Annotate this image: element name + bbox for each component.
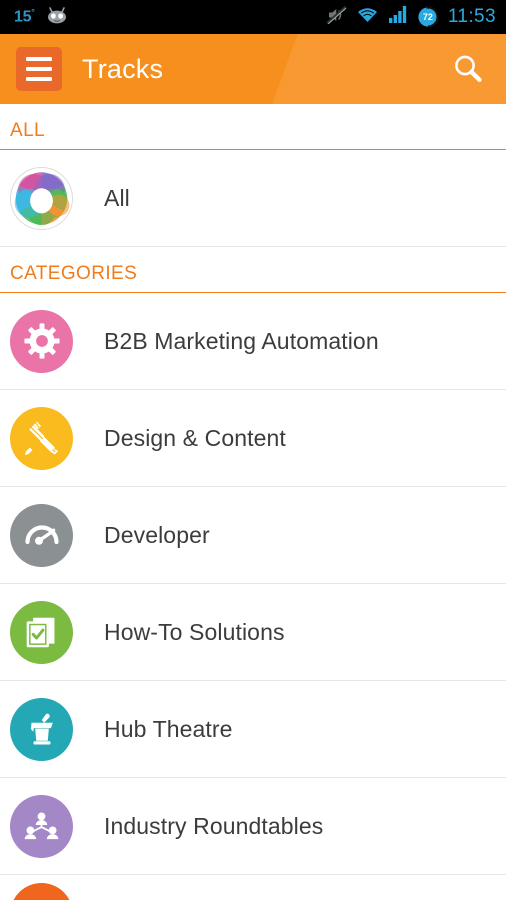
category-list[interactable]: ALL All CATEGORIES B2B Marketing Automat… — [0, 104, 506, 900]
list-item-label: Design & Content — [104, 424, 286, 451]
list-item-label: B2B Marketing Automation — [104, 327, 379, 354]
status-bar-right: 72 11:53 — [326, 5, 496, 30]
podium-microphone-icon — [10, 697, 73, 761]
list-item-hub-theatre[interactable]: Hub Theatre — [0, 681, 506, 778]
gear-icon — [10, 309, 73, 373]
clock-label: 11:53 — [447, 6, 496, 27]
hamburger-menu-icon[interactable] — [16, 47, 62, 91]
speedometer-icon — [10, 503, 73, 567]
list-item-label: Developer — [104, 521, 210, 548]
list-item-label: Hub Theatre — [104, 715, 233, 742]
wifi-icon — [356, 5, 379, 29]
people-network-icon — [10, 794, 73, 858]
action-bar-sheen — [0, 34, 506, 104]
battery-circle-icon: 72 — [417, 6, 439, 28]
status-bar: 15° 72 11:53 — [0, 0, 506, 34]
section-header-all-label: ALL — [10, 120, 46, 141]
battery-percent-label: 72 — [422, 12, 433, 22]
page-title: Tracks — [82, 53, 164, 84]
action-bar: Tracks — [0, 34, 506, 104]
pencil-ruler-icon — [10, 406, 73, 470]
list-item-developer[interactable]: Developer — [0, 487, 506, 584]
section-header-all: ALL — [0, 104, 506, 150]
list-item-industry-roundtables[interactable]: Industry Roundtables — [0, 778, 506, 875]
list-item-label: All — [104, 184, 130, 211]
list-item-label: Industry Roundtables — [104, 812, 324, 839]
app-screen: 15° 72 11:53 Tracks ALL All CATEGORIES B… — [0, 0, 506, 900]
orange-circle-icon — [10, 883, 73, 900]
cellular-signal-icon — [388, 5, 408, 29]
section-header-categories-label: CATEGORIES — [10, 263, 138, 284]
list-item-how-to-solutions[interactable]: How-To Solutions — [0, 584, 506, 681]
volume-muted-icon — [326, 5, 347, 30]
list-item-label: How-To Solutions — [104, 618, 285, 645]
list-item-all[interactable]: All — [0, 150, 506, 247]
all-aperture-icon — [10, 166, 73, 230]
search-icon[interactable] — [446, 47, 490, 91]
cyanogenmod-robot-icon — [44, 6, 70, 29]
list-item-design-and-content[interactable]: Design & Content — [0, 390, 506, 487]
temperature-indicator: 15° — [14, 7, 35, 26]
checklist-document-icon — [10, 600, 73, 664]
list-item-b2b-marketing-automation[interactable]: B2B Marketing Automation — [0, 293, 506, 390]
section-header-categories: CATEGORIES — [0, 247, 506, 293]
status-bar-left: 15° — [14, 6, 70, 29]
list-item-partial[interactable] — [0, 875, 506, 900]
